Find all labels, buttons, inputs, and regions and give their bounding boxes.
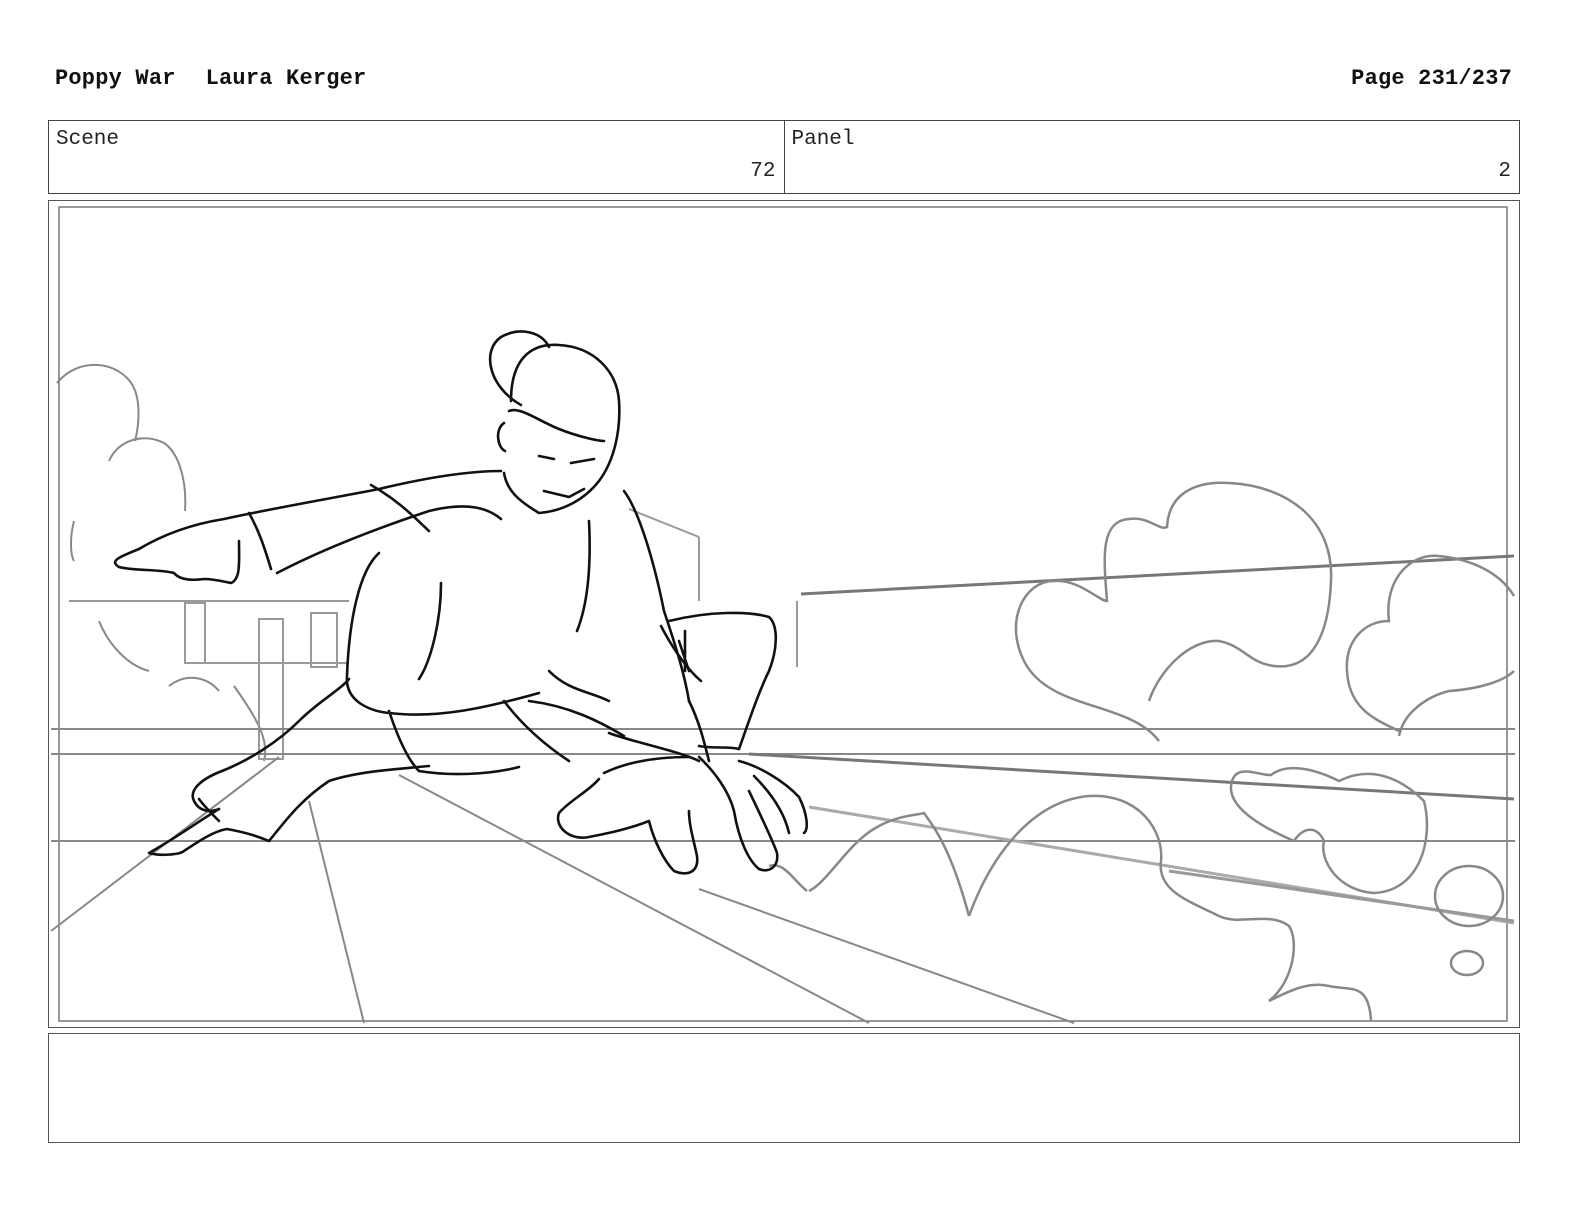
page-header-left: Poppy War Laura Kerger — [55, 66, 366, 91]
storyboard-frame — [48, 200, 1520, 1028]
smoke-clouds — [768, 481, 1516, 1022]
project-title: Poppy War — [55, 66, 176, 91]
panel-label: Panel — [791, 128, 855, 151]
scene-cell: Scene 72 — [49, 121, 784, 193]
artist-name: Laura Kerger — [205, 66, 367, 91]
motion-lines — [748, 554, 1515, 925]
safe-area-border — [58, 206, 1508, 1022]
page-number: Page 231/237 — [1351, 66, 1512, 91]
scene-number: 72 — [750, 160, 776, 183]
panel-cell: Panel 2 — [783, 121, 1520, 193]
character-figure — [113, 330, 809, 875]
scene-label: Scene — [56, 128, 120, 151]
panel-number: 2 — [1498, 160, 1511, 183]
storyboard-sketch — [50, 206, 1516, 1024]
ground-lines — [50, 728, 1515, 1024]
scene-panel-info: Scene 72 Panel 2 — [48, 120, 1520, 194]
background-trees — [56, 363, 267, 762]
background-building — [69, 508, 798, 760]
notes-box — [48, 1033, 1520, 1143]
